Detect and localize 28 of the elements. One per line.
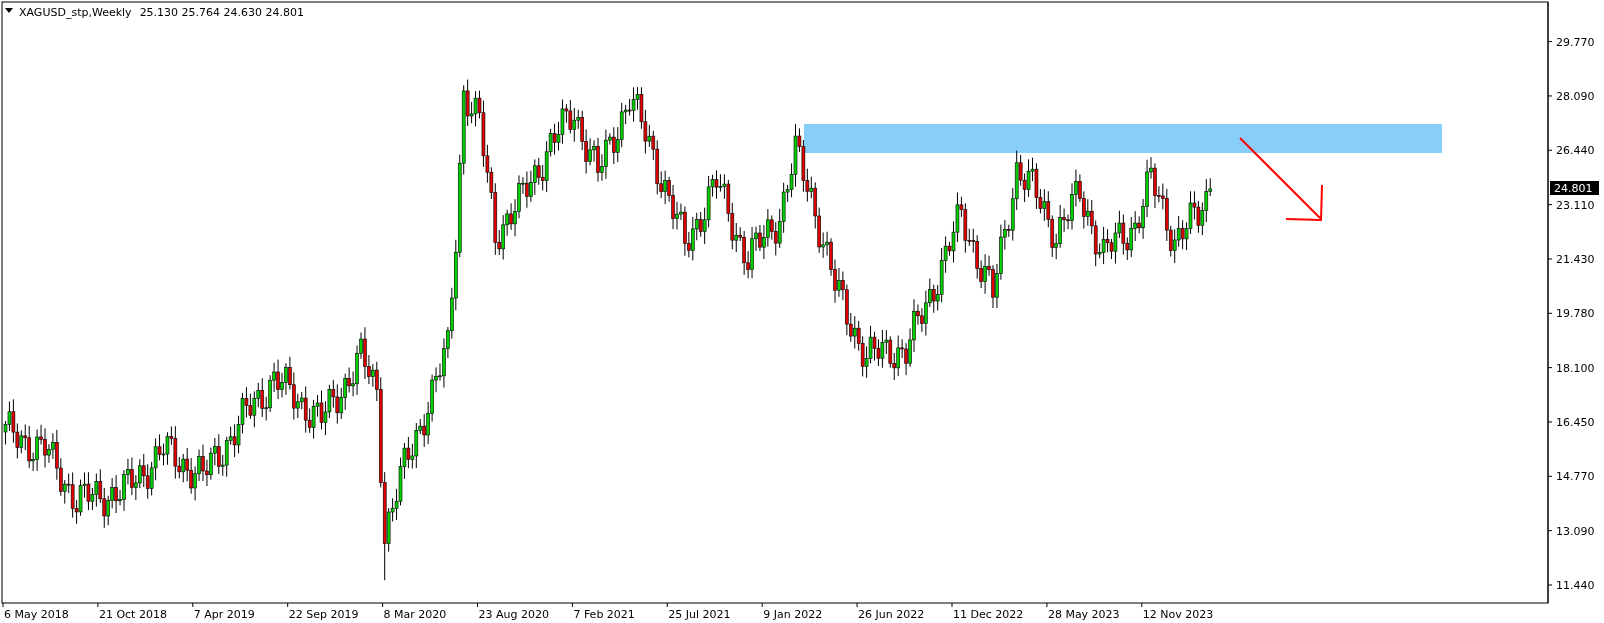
price-label: 28.090	[1556, 89, 1595, 103]
date-label: 22 Sep 2019	[288, 608, 359, 621]
price-label: 11.440	[1556, 579, 1595, 592]
date-label: 23 Aug 2020	[478, 608, 549, 621]
price-label: 23.110	[1556, 198, 1595, 212]
price-label: 21.430	[1556, 252, 1595, 266]
date-label: 7 Apr 2019	[193, 608, 255, 621]
price-label: 26.440	[1556, 144, 1595, 158]
date-label: 21 Oct 2018	[98, 608, 167, 621]
date-label: 11 Dec 2022	[953, 608, 1024, 621]
date-label: 6 May 2018	[4, 608, 69, 621]
date-label: 28 May 2023	[1047, 608, 1120, 621]
price-label: 16.450	[1556, 416, 1595, 429]
price-label: 13.090	[1556, 524, 1595, 538]
dropdown-icon[interactable]	[5, 8, 13, 13]
date-label: 9 Jan 2022	[763, 608, 823, 621]
price-label: 29.770	[1556, 35, 1595, 49]
date-label: 25 Jul 2021	[668, 608, 731, 621]
ohlc-values: 25.130 25.764 24.630 24.801	[139, 6, 305, 19]
current-price-label: 24.801	[1550, 181, 1599, 195]
date-label: 7 Feb 2021	[573, 608, 635, 621]
price-label: 19.780	[1556, 307, 1595, 321]
date-label: 8 Mar 2020	[383, 608, 447, 621]
date-label: 12 Nov 2023	[1142, 608, 1214, 621]
price-label: 14.770	[1556, 470, 1595, 484]
symbol-label: XAGUSD_stp,Weekly	[19, 6, 132, 19]
date-label: 26 Jun 2022	[858, 608, 925, 621]
price-label: 18.100	[1556, 361, 1595, 375]
